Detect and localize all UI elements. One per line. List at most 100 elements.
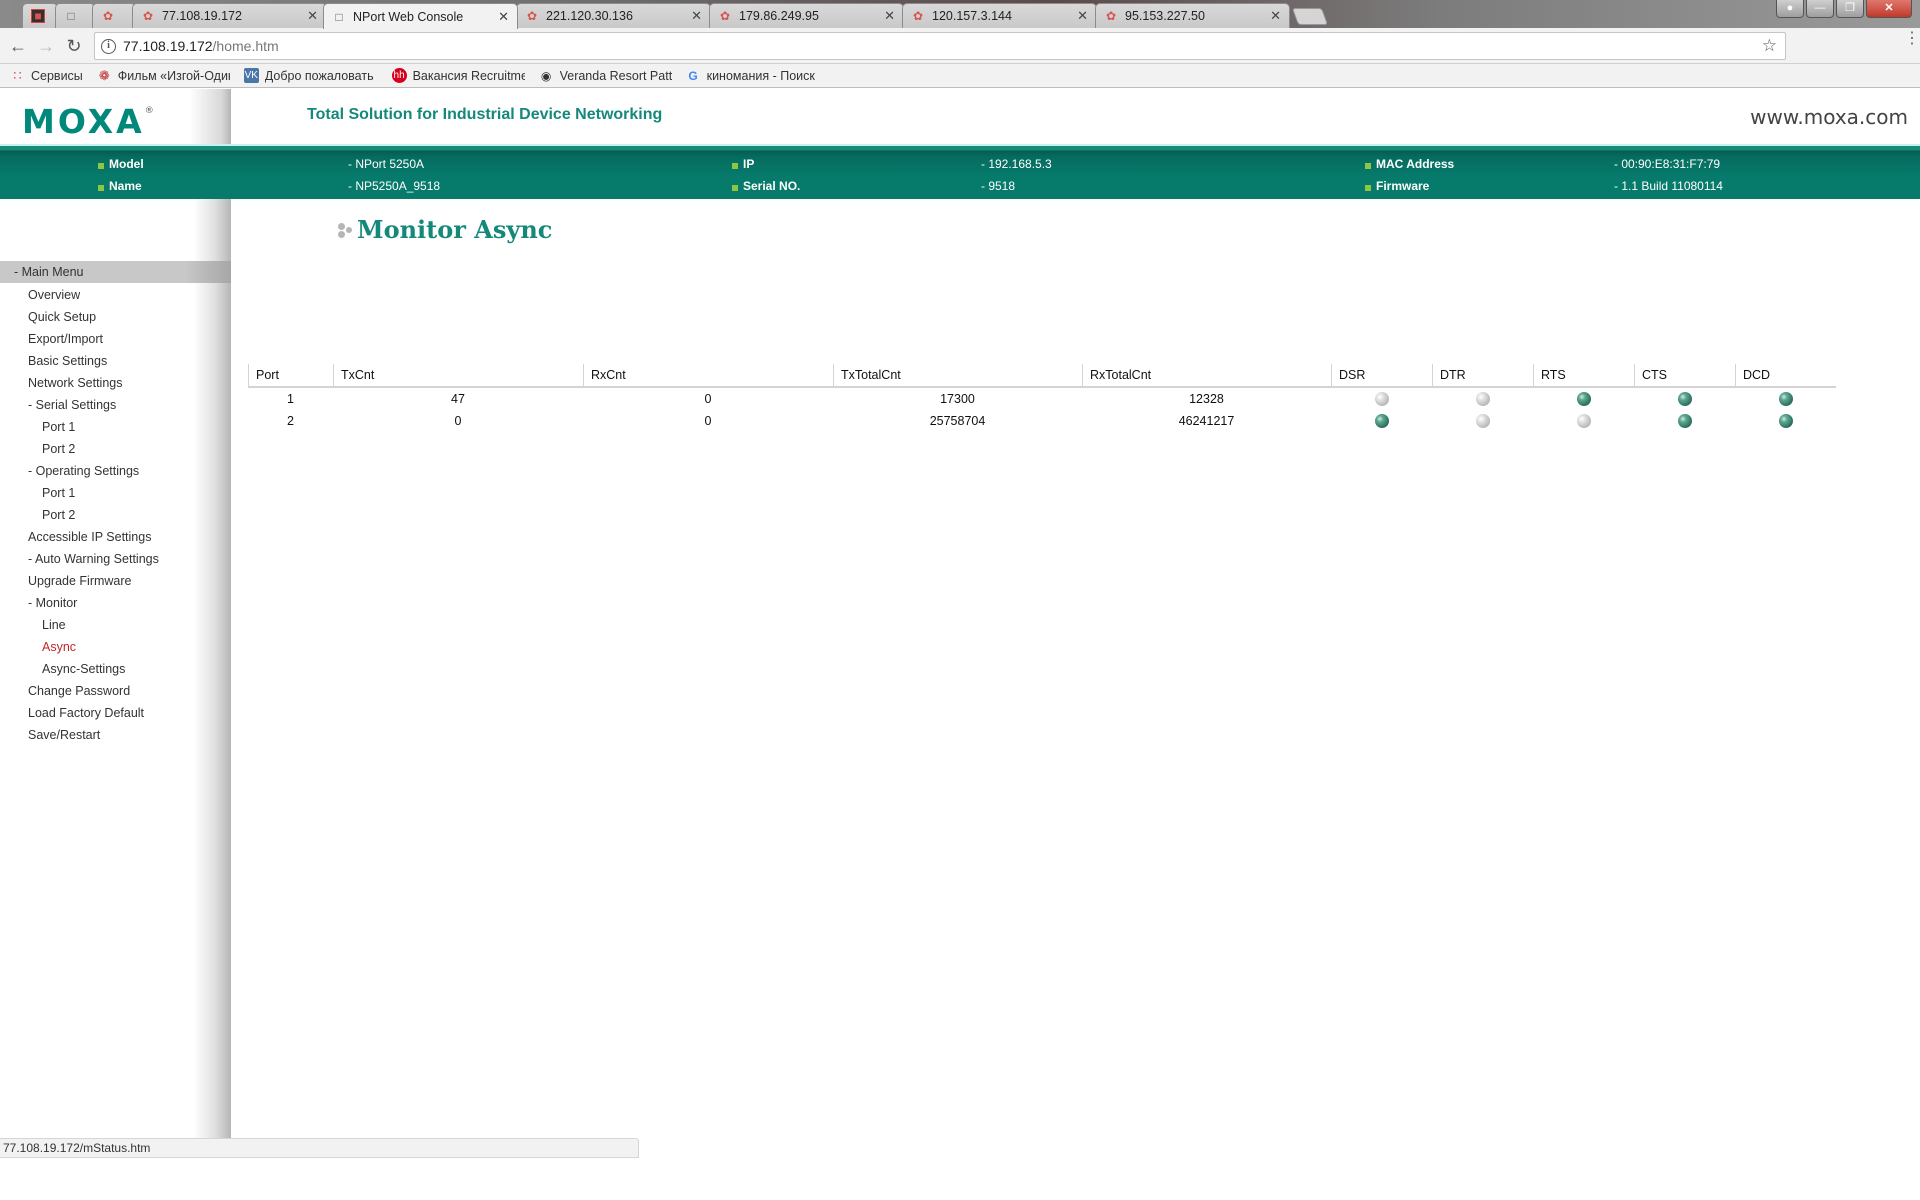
tripadvisor-icon: ◉ <box>540 68 552 83</box>
bookmark-apps[interactable]: ∷ Сервисы <box>10 68 83 83</box>
bullet-icon <box>732 163 738 169</box>
logo-area: MOXA® <box>0 89 231 145</box>
page-icon: □ <box>67 9 75 23</box>
tab-title: 120.157.3.144 <box>932 9 1012 23</box>
cell-port: 2 <box>287 414 294 428</box>
reload-button[interactable]: ↻ <box>62 34 86 58</box>
dcd-led-icon <box>1778 414 1793 429</box>
browser-tab[interactable]: ✿ 95.153.227.50 ✕ <box>1095 3 1290 28</box>
ip-label-text: IP <box>743 157 755 171</box>
cell-rxcnt: 0 <box>704 414 712 428</box>
rts-led-icon <box>1576 392 1591 407</box>
col-rts: RTS <box>1533 364 1634 388</box>
cell-dsr <box>1331 410 1432 432</box>
sidebar-item-quick-setup[interactable]: Quick Setup <box>28 310 96 324</box>
dtr-led-icon <box>1475 392 1490 407</box>
tab-title: NPort Web Console <box>353 9 464 24</box>
sidebar-item-network-settings[interactable]: Network Settings <box>28 376 122 390</box>
bookmark-item[interactable]: G киномания - Поиск <box>686 68 819 83</box>
rts-led-icon <box>1576 414 1591 429</box>
device-info-bar: Model - NPort 5250A Name - NP5250A_9518 … <box>0 146 1920 199</box>
title-bullet-icon <box>338 220 355 240</box>
serial-label-text: Serial NO. <box>743 179 801 193</box>
sidebar-item-serial-port-2[interactable]: Port 2 <box>42 442 75 456</box>
cell-port: 1 <box>287 392 294 406</box>
bookmark-item[interactable]: hh Вакансия Recruitmen <box>391 68 525 83</box>
restore-button[interactable]: ❐ <box>1836 0 1864 18</box>
sidebar-item-overview[interactable]: Overview <box>28 288 80 302</box>
sidebar-item-basic-settings[interactable]: Basic Settings <box>28 354 107 368</box>
browser-tab[interactable]: ✿ <box>92 3 136 28</box>
browser-tab[interactable]: ✿ 179.86.249.95 ✕ <box>709 3 904 28</box>
cell-txtotal: 17300 <box>940 392 975 406</box>
bookmark-label: Вакансия Recruitmen <box>412 68 525 83</box>
sidebar-item-change-password[interactable]: Change Password <box>28 684 130 698</box>
name-label: Name <box>98 179 142 193</box>
browser-menu-icon[interactable]: ⋮ <box>1904 31 1920 47</box>
close-tab-icon[interactable]: ✕ <box>691 8 702 24</box>
sidebar-item-operating-settings[interactable]: - Operating Settings <box>28 464 139 478</box>
minimize-button[interactable]: — <box>1806 0 1834 18</box>
browser-tab-active[interactable]: □ NPort Web Console ✕ <box>323 3 518 29</box>
close-tab-icon[interactable]: ✕ <box>307 8 318 24</box>
sidebar-item-save-restart[interactable]: Save/Restart <box>28 728 100 742</box>
browser-tab[interactable]: ✿ 221.120.30.136 ✕ <box>516 3 711 28</box>
bookmark-label: Сервисы <box>31 68 83 83</box>
bullet-icon <box>98 163 104 169</box>
sidebar-item-load-factory-default[interactable]: Load Factory Default <box>28 706 144 720</box>
cell-cts <box>1634 410 1735 432</box>
bookmark-item[interactable]: ◉ Veranda Resort Patta <box>539 68 672 83</box>
close-tab-icon[interactable]: ✕ <box>498 9 509 25</box>
model-value: - NPort 5250A <box>348 157 425 171</box>
bookmark-item[interactable]: ❁ Фильм «Изгой-Один <box>97 68 230 83</box>
sidebar-item-export-import[interactable]: Export/Import <box>28 332 103 346</box>
moxa-logo[interactable]: MOXA® <box>22 102 154 141</box>
close-tab-icon[interactable]: ✕ <box>1270 8 1281 24</box>
sidebar-item-upgrade-firmware[interactable]: Upgrade Firmware <box>28 574 132 588</box>
sidebar-item-operating-port-2[interactable]: Port 2 <box>42 508 75 522</box>
sidebar-item-monitor[interactable]: - Monitor <box>28 596 77 610</box>
table-row: 2 0 0 25758704 46241217 <box>248 410 1836 432</box>
sidebar-item-async-settings[interactable]: Async-Settings <box>42 662 125 676</box>
cell-rts <box>1533 410 1634 432</box>
sidebar-item-auto-warning[interactable]: - Auto Warning Settings <box>28 552 159 566</box>
sidebar-item-serial-settings[interactable]: - Serial Settings <box>28 398 116 412</box>
browser-tab[interactable]: ✿ 77.108.19.172 ✕ <box>132 3 327 28</box>
user-profile-button[interactable]: ● <box>1776 0 1804 18</box>
url-path: /home.htm <box>212 38 279 54</box>
site-info-icon[interactable]: i <box>101 38 116 54</box>
cell-txcnt: 47 <box>451 392 465 406</box>
close-tab-icon[interactable]: ✕ <box>884 8 895 24</box>
page-title-block: Monitor Async <box>338 215 552 244</box>
sidebar-item-monitor-async[interactable]: Async <box>42 640 76 654</box>
dcd-led-icon <box>1778 392 1793 407</box>
address-bar[interactable]: i 77.108.19.172/home.htm ☆ <box>94 32 1786 60</box>
browser-tab[interactable]: ■ <box>22 3 58 28</box>
bookmark-item[interactable]: VK Добро пожаловать <box>243 68 374 83</box>
bookmark-star-icon[interactable]: ☆ <box>1762 36 1777 56</box>
sidebar-item-serial-port-1[interactable]: Port 1 <box>42 420 75 434</box>
sidebar-item-monitor-line[interactable]: Line <box>42 618 66 632</box>
bullet-icon <box>732 185 738 191</box>
tab-title: 77.108.19.172 <box>162 9 242 23</box>
close-window-button[interactable]: ✕ <box>1866 0 1912 18</box>
table-row: 1 47 0 17300 12328 <box>248 388 1836 410</box>
hh-icon: hh <box>391 68 407 83</box>
new-tab-button[interactable] <box>1291 8 1329 25</box>
browser-tab[interactable]: ✿ 120.157.3.144 ✕ <box>902 3 1097 28</box>
moxa-favicon: ✿ <box>142 9 154 23</box>
browser-status-bar: 77.108.19.172/mStatus.htm <box>0 1138 639 1158</box>
back-button[interactable]: ← <box>6 34 30 58</box>
table-header-row: Port TxCnt RxCnt TxTotalCnt RxTotalCnt D… <box>248 364 1836 388</box>
website-link[interactable]: www.moxa.com <box>1750 105 1908 129</box>
close-tab-icon[interactable]: ✕ <box>1077 8 1088 24</box>
browser-tab[interactable]: □ <box>55 3 95 28</box>
forward-button[interactable]: → <box>34 34 58 58</box>
film-icon: ❁ <box>98 67 110 83</box>
logo-text: MOXA <box>22 102 145 141</box>
main-menu-header[interactable]: - Main Menu <box>0 261 231 283</box>
sidebar-item-operating-port-1[interactable]: Port 1 <box>42 486 75 500</box>
serial-label: Serial NO. <box>732 179 800 193</box>
sidebar-item-accessible-ip[interactable]: Accessible IP Settings <box>28 530 151 544</box>
col-dtr: DTR <box>1432 364 1533 388</box>
